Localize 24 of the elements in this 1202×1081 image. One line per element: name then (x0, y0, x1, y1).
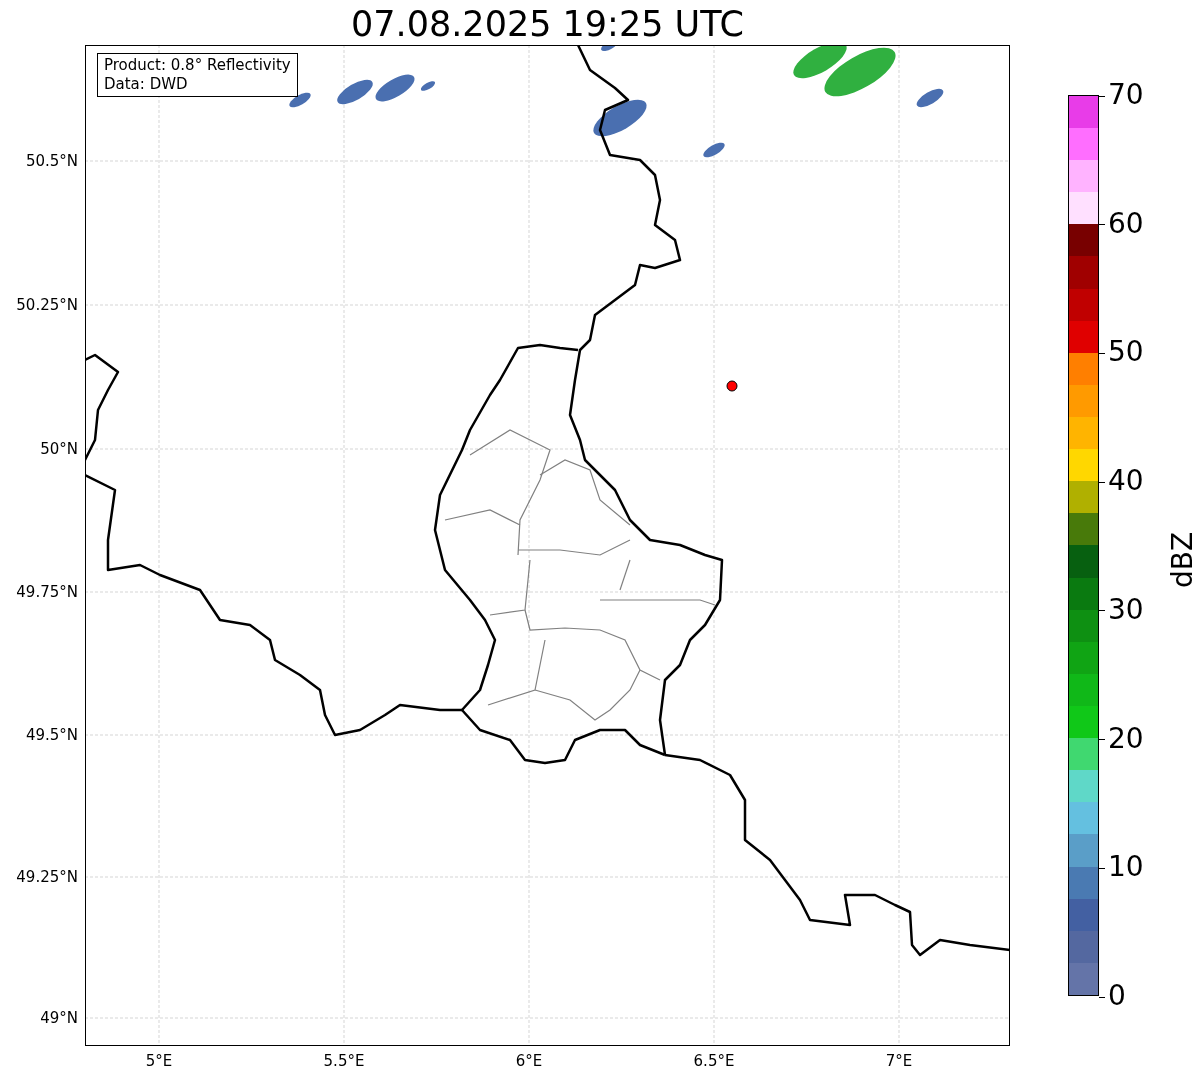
longitude-label: 5°E (144, 1052, 174, 1070)
longitude-label: 5.5°E (322, 1052, 366, 1070)
longitude-label: 7°E (884, 1052, 914, 1070)
colorbar-tick-label: 0 (1099, 980, 1126, 1012)
colorbar-tick-label: 40 (1099, 465, 1144, 498)
colorbar-tick-label: 10 (1099, 851, 1144, 884)
colorbar-tick-label: 70 (1099, 79, 1144, 111)
latitude-label: 49.25°N (16, 868, 78, 886)
latitude-label: 50.5°N (25, 152, 78, 170)
colorbar-tick-label: 30 (1099, 593, 1144, 626)
chart-title: 07.08.2025 19:25 UTC (350, 4, 745, 44)
colorbar-tick-label: 20 (1099, 722, 1144, 755)
latitude-label: 49.5°N (25, 726, 78, 744)
longitude-label: 6°E (514, 1052, 544, 1070)
colorbar-tick-label: 50 (1099, 336, 1144, 369)
longitude-label: 6.5°E (692, 1052, 736, 1070)
colorbar-tick-label: 60 (1099, 207, 1144, 240)
latitude-label: 50°N (40, 440, 78, 458)
latitude-label: 49.75°N (16, 583, 78, 601)
info-text: Data: DWD (104, 75, 189, 94)
latitude-label: 49°N (40, 1009, 78, 1027)
info-text: Product: 0.8° Reflectivity (104, 56, 291, 75)
colorbar-label: dBZ (1165, 530, 1200, 590)
latitude-label: 50.25°N (16, 296, 78, 314)
